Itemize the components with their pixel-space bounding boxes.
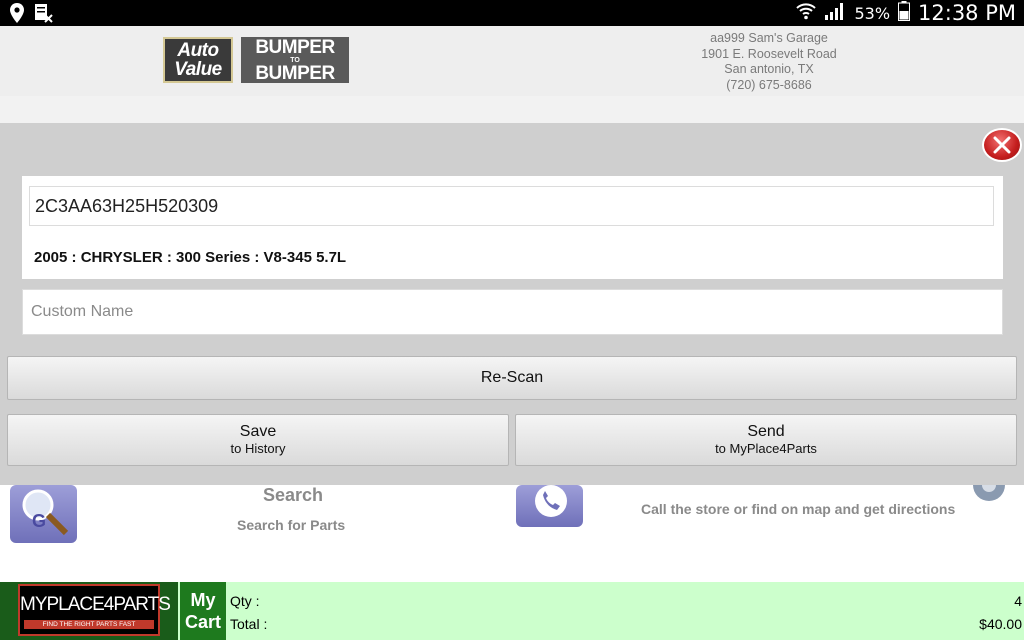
contact-tile[interactable]: Call the store or find on map and get di… <box>512 469 1018 529</box>
search-subtitle: Search for Parts <box>237 517 346 533</box>
vin-scan-dialog: 2005 : CHRYSLER : 300 Series : V8-345 5.… <box>0 123 1024 485</box>
gear-icon <box>967 469 1011 512</box>
total-value: $40.00 <box>979 616 1022 632</box>
vin-panel: 2005 : CHRYSLER : 300 Series : V8-345 5.… <box>22 176 1003 279</box>
bumper-to-bumper-logo: BUMPER TO BUMPER <box>241 37 349 83</box>
signal-icon <box>824 2 846 25</box>
battery-icon <box>898 0 911 26</box>
send-to-myplace4parts-button[interactable]: Send to MyPlace4Parts <box>515 414 1017 466</box>
store-street: 1901 E. Roosevelt Road <box>701 46 837 61</box>
vehicle-description: 2005 : CHRYSLER : 300 Series : V8-345 5.… <box>34 249 347 266</box>
contact-subtitle: Call the store or find on map and get di… <box>641 501 956 517</box>
location-icon <box>10 3 24 28</box>
search-tile[interactable]: G Search Search for Parts <box>0 485 506 545</box>
autovalue-logo: Auto Value <box>163 37 233 83</box>
store-info: aa999 Sam's Garage 1901 E. Roosevelt Roa… <box>660 31 878 93</box>
app-header: Auto Value BUMPER TO BUMPER aa999 Sam's … <box>0 26 1024 96</box>
store-name: aa999 Sam's Garage <box>710 31 828 45</box>
total-label: Total : <box>230 616 268 632</box>
my-cart-button[interactable]: My Cart <box>180 582 226 640</box>
rescan-button[interactable]: Re-Scan <box>7 356 1017 400</box>
phone-icon <box>516 485 583 527</box>
qty-label: Qty : <box>230 593 260 609</box>
dialog-backdrop <box>0 96 1024 123</box>
save-to-history-button[interactable]: Save to History <box>7 414 509 466</box>
close-icon <box>993 136 1011 154</box>
svg-text:G: G <box>32 511 46 531</box>
battery-percent: 53% <box>854 3 891 23</box>
close-dialog-button[interactable] <box>982 128 1022 162</box>
store-phone: (720) 675-8686 <box>726 77 812 92</box>
footer-bar: MYPLACE4PARTS FIND THE RIGHT PARTS FAST … <box>0 582 1024 640</box>
custom-name-input[interactable] <box>22 289 1003 335</box>
search-magnifier-icon: G <box>10 485 77 543</box>
store-city: San antonio, TX <box>724 62 814 76</box>
clock: 12:38 PM <box>918 1 1016 25</box>
search-title: Search <box>263 485 324 505</box>
status-bar: 53% 12:38 PM <box>0 0 1024 26</box>
qty-value: 4 <box>1014 593 1022 609</box>
myplace4parts-logo[interactable]: MYPLACE4PARTS FIND THE RIGHT PARTS FAST <box>0 582 178 640</box>
vin-input[interactable] <box>29 186 994 226</box>
wifi-icon <box>796 2 817 25</box>
document-icon <box>34 3 54 28</box>
